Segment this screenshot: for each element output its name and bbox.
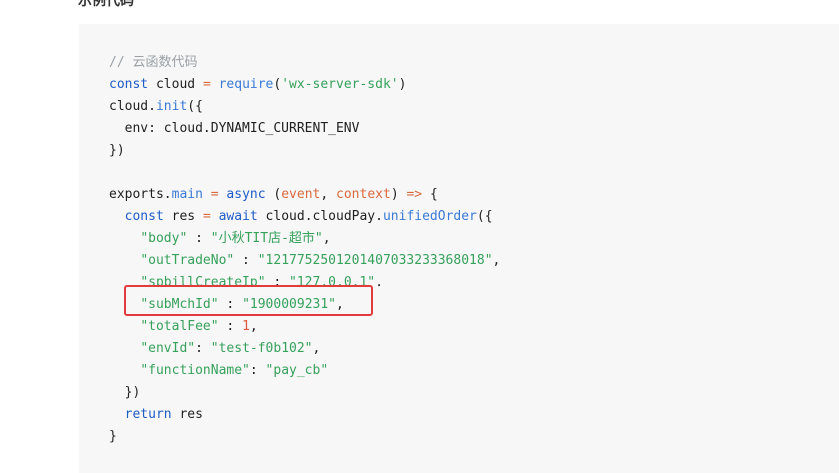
punctuation: : (218, 319, 243, 334)
punctuation: { (422, 187, 438, 202)
code-comment: // 云函数代码 (109, 55, 198, 70)
identifier: cloud.cloudPay. (257, 209, 383, 224)
code-line-return: return res (109, 404, 203, 426)
function-name: init (155, 99, 188, 114)
highlight-annotation-box (124, 285, 373, 316)
punctuation: , (322, 231, 331, 246)
code-text: }) (109, 143, 125, 158)
object-key: "body" (140, 231, 188, 246)
code-line-init: cloud.init({ (109, 96, 203, 118)
operator-arrow: => (406, 187, 423, 202)
punctuation: , (320, 187, 337, 202)
identifier: res (171, 407, 203, 422)
punctuation: , (249, 319, 258, 334)
code-line-close-order: }) (109, 382, 141, 404)
string-literal: "1217752501201407033233368018" (257, 253, 493, 268)
code-line-unified-order: const res = await cloud.cloudPay.unified… (109, 206, 493, 228)
keyword-await: await (210, 209, 258, 224)
code-line-close-init: }) (109, 140, 125, 162)
punctuation: ({ (187, 99, 203, 114)
punctuation: ( (265, 187, 282, 202)
keyword-async: async (226, 187, 266, 202)
code-text: env: cloud.DYNAMIC_CURRENT_ENV (109, 121, 360, 136)
code-line-env: env: cloud.DYNAMIC_CURRENT_ENV (109, 118, 360, 140)
code-line-body: "body" : "小秋TIT店-超市", (109, 228, 331, 250)
code-line-out-trade-no: "outTradeNo" : "121775250120140703323336… (109, 250, 500, 272)
code-line-total-fee: "totalFee" : 1, (109, 316, 258, 338)
string-literal: "test-f0b102" (210, 341, 313, 356)
section-heading: 示例代码 (78, 0, 134, 8)
object-key: "outTradeNo" (140, 253, 235, 268)
param-context: context (336, 187, 391, 202)
keyword-return: return (124, 407, 172, 422)
function-name: main (171, 187, 203, 202)
object-key: "envId" (140, 341, 196, 356)
code-line-env-id: "envId": "test-f0b102", (109, 338, 320, 360)
punctuation: ) (390, 187, 407, 202)
operator: = (202, 187, 227, 202)
function-name: unifiedOrder (382, 209, 477, 224)
keyword-const: const (109, 77, 149, 92)
string-literal: "小秋TIT店-超市" (210, 231, 323, 246)
keyword-const: const (124, 209, 164, 224)
punctuation: : (249, 363, 266, 378)
identifier: res (163, 209, 203, 224)
punctuation: : (195, 341, 211, 356)
punctuation: ({ (476, 209, 493, 224)
param-event: event (281, 187, 321, 202)
identifier: exports. (109, 187, 172, 202)
object-key: "functionName" (140, 363, 250, 378)
string-literal: "pay_cb" (265, 363, 329, 378)
operator: = (202, 209, 211, 224)
punctuation: ) (398, 77, 407, 92)
code-text: } (109, 429, 117, 444)
operator: = (202, 77, 211, 92)
code-line-comment: // 云函数代码 (109, 52, 197, 74)
object-key: "totalFee" (140, 319, 219, 334)
punctuation: : (234, 253, 258, 268)
code-text: }) (109, 385, 141, 400)
punctuation: , (312, 341, 321, 356)
punctuation: : (187, 231, 211, 246)
function-name: require (210, 77, 274, 92)
string-literal: 'wx-server-sdk' (281, 77, 399, 92)
code-line-function-name: "functionName": "pay_cb" (109, 360, 328, 382)
number-literal: 1 (242, 319, 250, 334)
identifier: cloud (148, 77, 203, 92)
punctuation: , (492, 253, 501, 268)
code-line-close-main: } (109, 426, 117, 448)
identifier: cloud. (109, 99, 156, 114)
code-line-exports: exports.main = async (event, context) =>… (109, 184, 438, 206)
code-line-require: const cloud = require('wx-server-sdk') (109, 74, 406, 96)
